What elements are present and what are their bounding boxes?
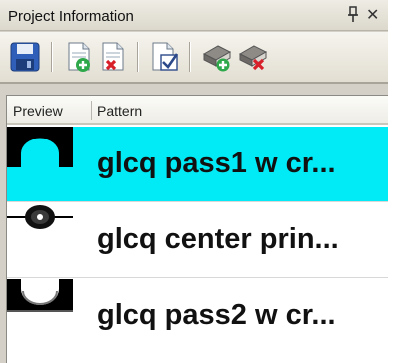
remove-book-icon[interactable] (236, 40, 270, 74)
list-item[interactable]: glcq pass2 w cr... (7, 279, 389, 354)
pattern-name: glcq pass1 w cr... (97, 147, 336, 179)
toolbar-separator (137, 42, 139, 72)
panel-titlebar: Project Information ✕ (0, 0, 388, 31)
column-divider[interactable] (91, 101, 92, 120)
remove-page-icon[interactable] (96, 40, 130, 74)
column-header-preview[interactable]: Preview (13, 103, 63, 119)
pattern-name: glcq center prin... (97, 223, 339, 255)
preview-thumbnail (7, 279, 73, 321)
list-header: Preview Pattern (7, 96, 389, 125)
pattern-list: Preview Pattern glcq pass1 w cr... glcq … (6, 95, 389, 363)
preview-thumbnail (7, 203, 73, 245)
list-item[interactable]: glcq pass1 w cr... (7, 120, 389, 202)
column-header-pattern[interactable]: Pattern (97, 103, 142, 119)
pin-icon[interactable] (345, 4, 361, 26)
add-book-icon[interactable] (200, 40, 234, 74)
toolbar (0, 32, 388, 84)
project-information-panel: Project Information ✕ Preview Pattern gl… (0, 0, 389, 363)
toolbar-separator (51, 42, 53, 72)
save-icon[interactable] (8, 40, 42, 74)
panel-title: Project Information (8, 8, 134, 25)
background-area (388, 0, 413, 363)
list-item[interactable]: glcq center prin... (7, 203, 389, 278)
toolbar-separator (189, 42, 191, 72)
add-page-icon[interactable] (62, 40, 96, 74)
pattern-name: glcq pass2 w cr... (97, 299, 336, 331)
close-icon[interactable]: ✕ (366, 5, 379, 24)
preview-thumbnail (7, 120, 73, 169)
checked-page-icon[interactable] (148, 40, 182, 74)
